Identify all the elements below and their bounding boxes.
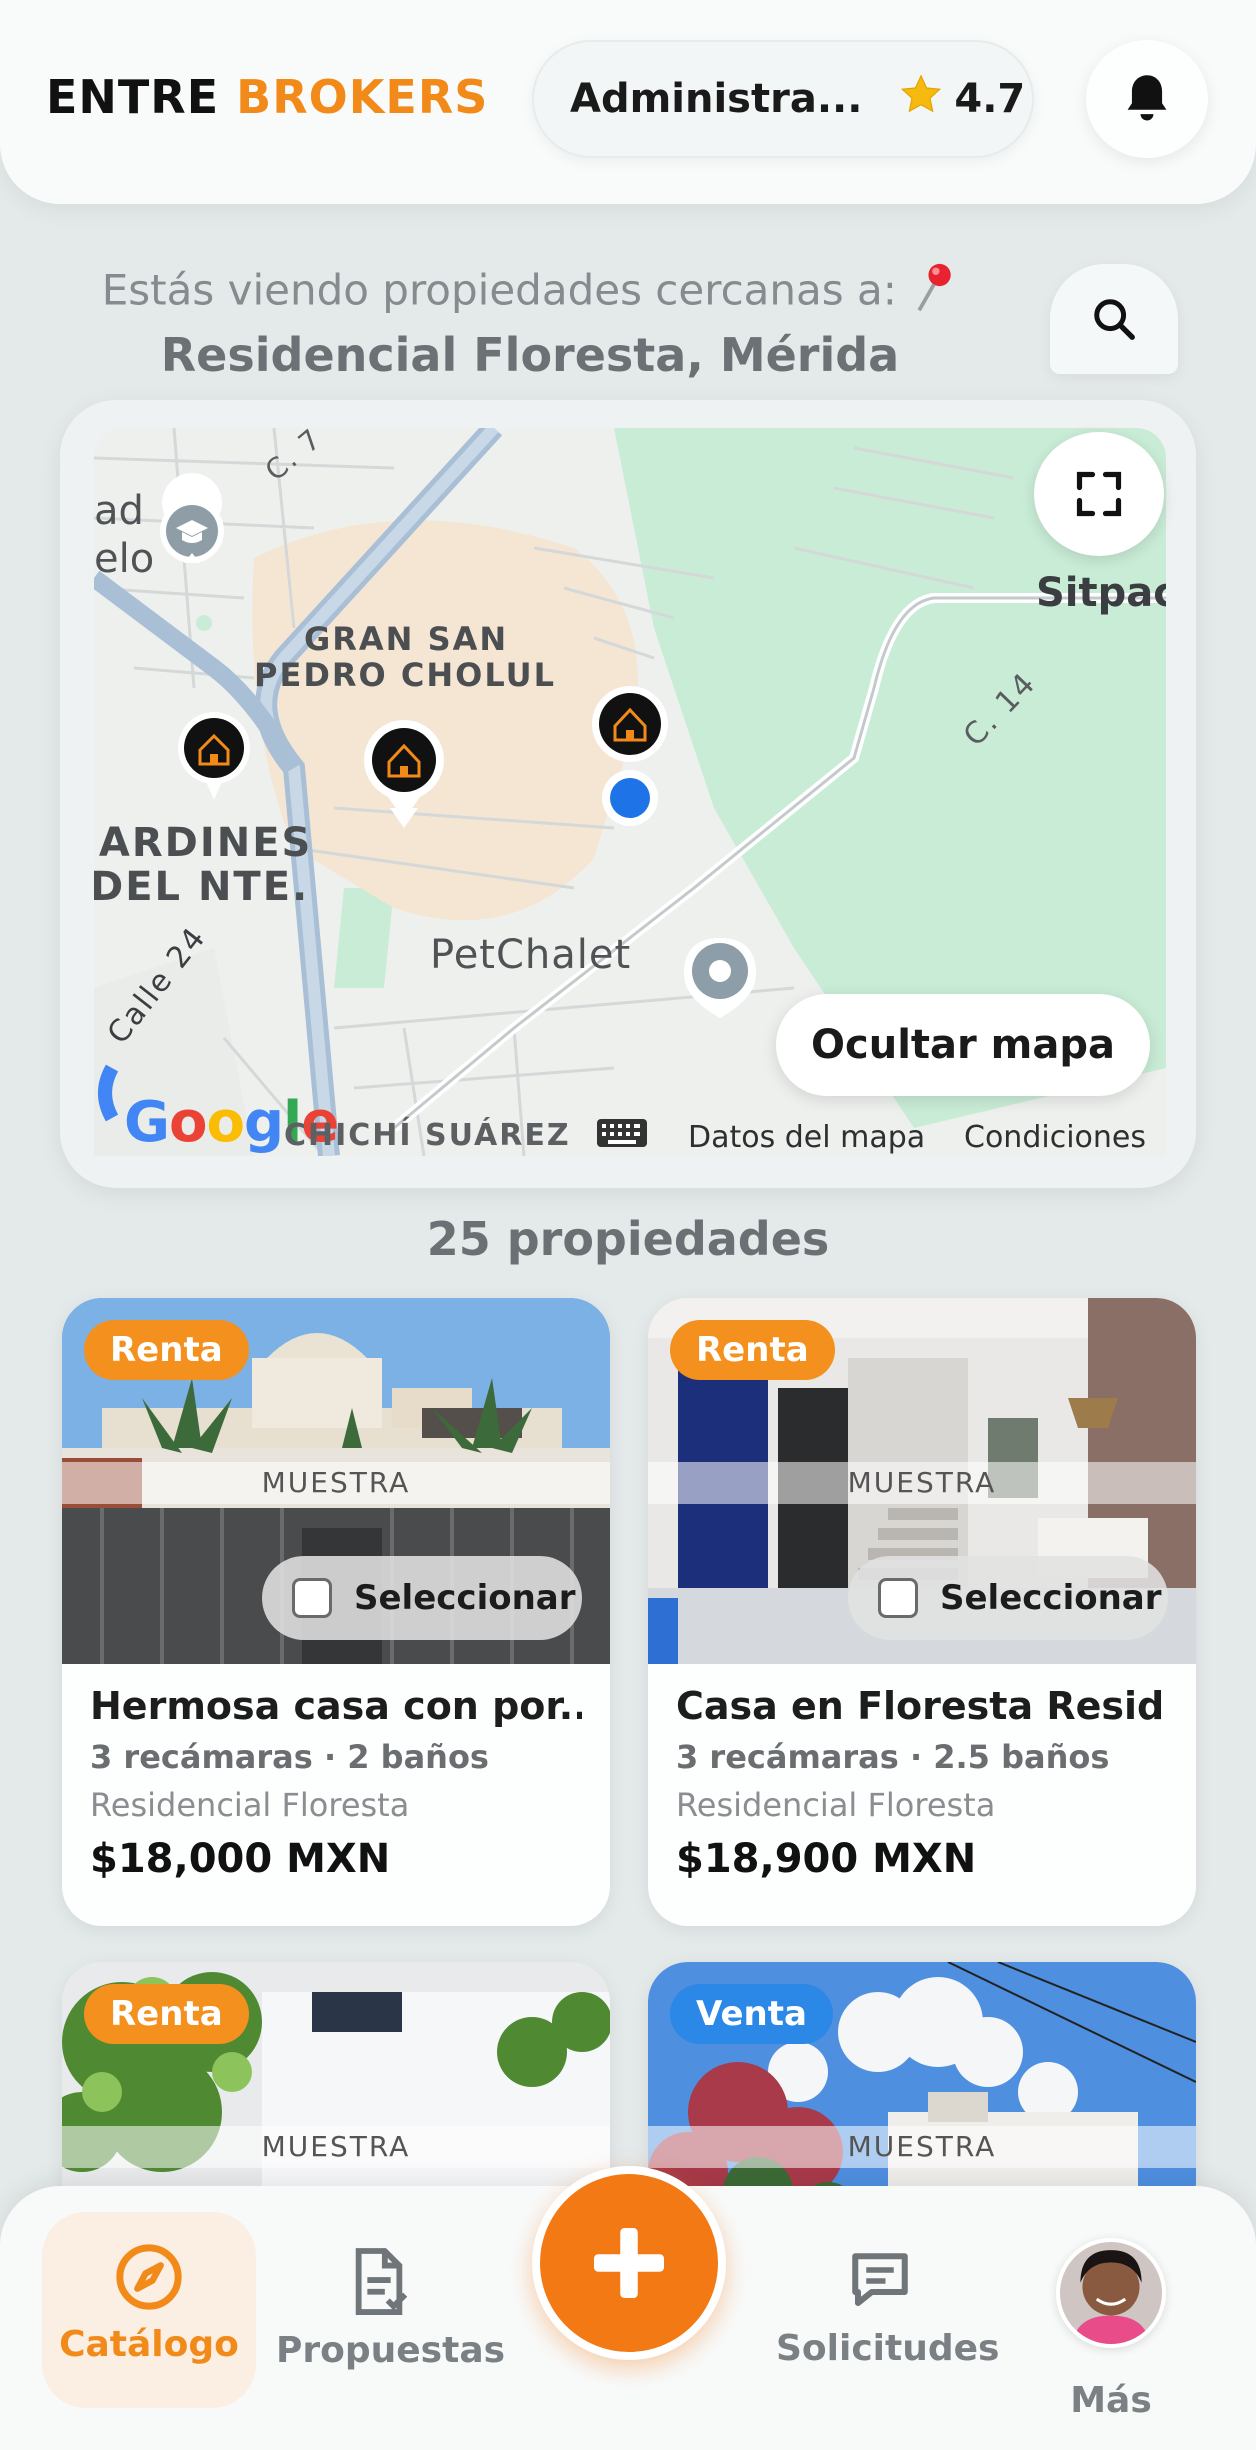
keyboard-icon[interactable] <box>596 1118 648 1156</box>
property-marker[interactable] <box>592 686 668 762</box>
star-icon <box>898 72 944 126</box>
sample-watermark: MUESTRA <box>62 2126 610 2168</box>
map-attribution: Google CHICHÍ SUÁREZ Datos del mapa Cond… <box>94 1090 1166 1158</box>
listing-type-badge: Venta <box>670 1984 833 2044</box>
fullscreen-icon <box>1076 471 1122 517</box>
property-card[interactable]: Renta MUESTRA Seleccionar Hermosa casa c… <box>62 1298 610 1926</box>
map-label-elo: elo <box>94 536 155 582</box>
user-rating: 4.7 <box>954 76 1026 122</box>
property-photo: Renta MUESTRA Seleccionar <box>62 1298 610 1664</box>
bell-icon <box>1127 75 1167 121</box>
app-header: ENTRE BROKERS Administra... 4.7 <box>0 0 1256 204</box>
location-info: Estás viendo propiedades cercanas a: Res… <box>60 262 1000 382</box>
map-label-gran-san: GRAN SAN <box>304 620 509 658</box>
property-card[interactable]: Venta MUESTRA <box>648 1962 1196 2222</box>
user-profile-pill[interactable]: Administra... 4.7 <box>532 40 1034 158</box>
brand-logo: ENTRE BROKERS <box>46 70 489 124</box>
nav-catalogo[interactable]: Catálogo <box>42 2212 256 2408</box>
property-title: Casa en Floresta Resid... <box>676 1684 1168 1728</box>
search-icon <box>1094 299 1135 340</box>
document-icon <box>355 2248 408 2315</box>
property-specs: 3 recámaras · 2 baños <box>90 1738 489 1776</box>
map-label-ad: ad <box>94 488 144 534</box>
select-property-button[interactable]: Seleccionar <box>262 1556 582 1640</box>
location-place: Residencial Floresta, Mérida <box>160 328 900 382</box>
select-checkbox[interactable] <box>292 1578 332 1618</box>
sample-watermark: MUESTRA <box>648 1462 1196 1504</box>
nav-solicitudes[interactable]: Solicitudes <box>776 2212 999 2369</box>
property-price: $18,000 MXN <box>90 1836 391 1882</box>
property-area: Residencial Floresta <box>90 1786 410 1824</box>
property-photo: Renta MUESTRA <box>62 1962 610 2222</box>
listing-type-badge: Renta <box>670 1320 835 1380</box>
sample-watermark: MUESTRA <box>648 2126 1196 2168</box>
user-name: Administra... <box>570 76 863 122</box>
property-card[interactable]: Renta MUESTRA Seleccionar Casa en Flores… <box>648 1298 1196 1926</box>
map-data-link[interactable]: Datos del mapa <box>688 1120 925 1155</box>
property-specs: 3 recámaras · 2.5 baños <box>676 1738 1110 1776</box>
property-photo: Renta MUESTRA Seleccionar <box>648 1298 1196 1664</box>
map-label-sitpac: Sitpac <box>1036 570 1166 616</box>
map-label-chichi: CHICHÍ SUÁREZ <box>284 1118 571 1153</box>
nav-propuestas[interactable]: Propuestas <box>276 2212 505 2371</box>
compass-icon <box>116 2244 182 2310</box>
pin-icon <box>910 262 958 324</box>
expand-map-button[interactable] <box>1034 432 1164 556</box>
property-title: Hermosa casa con por... <box>90 1684 582 1728</box>
search-button[interactable] <box>1050 264 1178 374</box>
map-label-pedro-cholul: PEDRO CHOLUL <box>254 656 556 694</box>
chat-icon <box>852 2253 908 2307</box>
property-card[interactable]: Renta MUESTRA <box>62 1962 610 2222</box>
map-label-petchalet: PetChalet <box>430 932 632 978</box>
map-label-jardines: JARDINES <box>94 820 313 866</box>
select-checkbox[interactable] <box>878 1578 918 1618</box>
sample-watermark: MUESTRA <box>62 1462 610 1504</box>
property-photo: Venta MUESTRA <box>648 1962 1196 2222</box>
map-terms-link[interactable]: Condiciones <box>964 1120 1146 1155</box>
property-area: Residencial Floresta <box>676 1786 996 1824</box>
property-price: $18,900 MXN <box>676 1836 977 1882</box>
notifications-button[interactable] <box>1086 40 1208 158</box>
hide-map-button[interactable]: Ocultar mapa <box>776 994 1150 1096</box>
listing-type-badge: Renta <box>84 1984 249 2044</box>
listing-type-badge: Renta <box>84 1320 249 1380</box>
plus-icon <box>594 2228 664 2298</box>
select-property-button[interactable]: Seleccionar <box>848 1556 1168 1640</box>
add-property-button[interactable] <box>532 2166 726 2360</box>
location-prefix: Estás viendo propiedades cercanas a: <box>101 265 897 315</box>
properties-count: 25 propiedades <box>426 1212 830 1266</box>
school-marker[interactable] <box>160 473 224 563</box>
map-label-del-nte: DEL NTE. <box>94 864 310 910</box>
avatar[interactable] <box>1056 2238 1166 2348</box>
